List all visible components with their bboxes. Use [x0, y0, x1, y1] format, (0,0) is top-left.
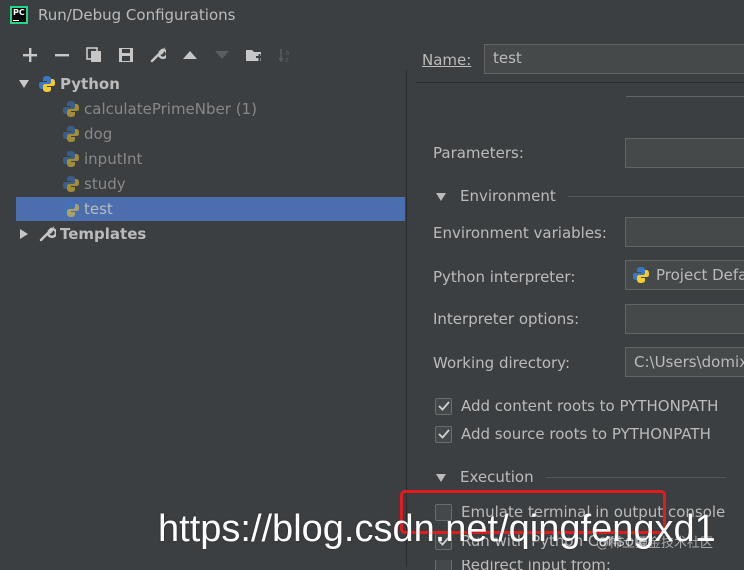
interpreter-select[interactable]: Project Defa: [625, 260, 744, 290]
remove-button[interactable]: [46, 42, 78, 68]
panel-splitter[interactable]: [407, 30, 416, 567]
checkmark-icon: [437, 429, 450, 439]
expand-arrow-icon[interactable]: [16, 80, 32, 88]
tree-item-test[interactable]: test: [16, 197, 405, 221]
config-toolbar: az: [14, 42, 302, 68]
interpreter-value: Project Defa: [656, 266, 744, 284]
copy-button[interactable]: [78, 42, 110, 68]
watermark-small: @稀土掘金技术社区: [596, 536, 714, 551]
redirect-input-row[interactable]: Redirect input from:: [435, 560, 611, 570]
move-down-icon: [215, 51, 229, 59]
tree-item-calculateprime[interactable]: calculatePrimeNber (1): [16, 97, 405, 121]
python-icon: [63, 201, 79, 217]
move-up-button[interactable]: [174, 42, 206, 68]
script-field-edge: [626, 87, 744, 97]
add-button[interactable]: [14, 42, 46, 68]
remove-icon: [55, 54, 69, 57]
tree-item-label: dog: [84, 125, 113, 143]
redirect-input-label: Redirect input from:: [461, 560, 611, 570]
python-icon: [633, 267, 649, 283]
checkmark-icon: [437, 401, 450, 411]
collapse-arrow-icon: [436, 468, 446, 486]
save-button[interactable]: [110, 42, 142, 68]
new-folder-button[interactable]: [238, 42, 270, 68]
add-content-roots-checkbox[interactable]: [435, 397, 452, 415]
move-up-icon: [183, 51, 197, 59]
tree-item-label: inputInt: [84, 150, 143, 168]
interp-options-input[interactable]: [625, 304, 744, 334]
sort-button[interactable]: az: [270, 42, 302, 68]
env-vars-input[interactable]: [625, 217, 744, 247]
python-icon: [39, 76, 55, 92]
env-vars-label: Environment variables:: [433, 224, 607, 242]
python-icon: [63, 176, 79, 192]
copy-icon: [86, 47, 101, 62]
tree-item-study[interactable]: study: [16, 172, 405, 196]
wrench-icon: [150, 47, 166, 63]
add-source-roots-label: Add source roots to PYTHONPATH: [461, 425, 711, 443]
environment-section[interactable]: Environment: [436, 187, 744, 205]
collapsed-arrow-icon[interactable]: [16, 229, 32, 239]
tree-item-label: study: [84, 175, 126, 193]
tree-item-inputint[interactable]: inputInt: [16, 147, 405, 171]
interp-options-label: Interpreter options:: [433, 310, 580, 328]
parameters-label: Parameters:: [433, 144, 524, 162]
config-scroll-area[interactable]: Parameters: Environment Environment vari…: [416, 83, 744, 570]
add-source-roots-checkbox[interactable]: [435, 425, 452, 443]
interpreter-label: Python interpreter:: [433, 268, 576, 286]
config-tree: Python calculatePrimeNber (1) dog inputI…: [14, 70, 407, 567]
edit-defaults-button[interactable]: [142, 42, 174, 68]
sort-icon: az: [278, 49, 289, 63]
working-dir-label: Working directory:: [433, 354, 571, 372]
python-icon: [63, 101, 79, 117]
working-dir-input[interactable]: C:\Users\domix: [625, 347, 744, 377]
redirect-input-checkbox[interactable]: [435, 560, 452, 570]
tree-node-python[interactable]: Python: [16, 72, 405, 96]
python-icon: [63, 151, 79, 167]
environment-section-title: Environment: [460, 187, 556, 205]
tree-label-python: Python: [60, 75, 120, 93]
execution-section[interactable]: Execution: [436, 468, 726, 486]
add-source-roots-row[interactable]: Add source roots to PYTHONPATH: [435, 425, 711, 443]
execution-section-title: Execution: [460, 468, 534, 486]
config-form: Name: test Parameters: Environment Envir…: [416, 30, 744, 570]
add-content-roots-row[interactable]: Add content roots to PYTHONPATH: [435, 397, 718, 415]
pycharm-app-icon: PC: [10, 6, 28, 24]
tree-item-label: test: [84, 200, 113, 218]
name-label: Name:: [422, 51, 472, 69]
parameters-input[interactable]: [625, 138, 744, 168]
collapse-arrow-icon: [436, 187, 446, 205]
tree-node-templates[interactable]: Templates: [16, 222, 405, 246]
window-title: Run/Debug Configurations: [38, 6, 236, 24]
name-input[interactable]: test: [484, 44, 744, 74]
wrench-icon: [39, 226, 56, 242]
python-icon: [63, 126, 79, 142]
move-down-button[interactable]: [206, 42, 238, 68]
svg-text:z: z: [285, 56, 289, 63]
save-icon: [119, 48, 133, 62]
title-bar: PC Run/Debug Configurations: [0, 0, 744, 30]
add-content-roots-label: Add content roots to PYTHONPATH: [461, 397, 719, 415]
tree-item-label: calculatePrimeNber (1): [84, 100, 257, 118]
tree-item-dog[interactable]: dog: [16, 122, 405, 146]
folder-icon: [246, 50, 263, 61]
tree-label-templates: Templates: [60, 225, 147, 243]
add-icon: [23, 48, 37, 62]
